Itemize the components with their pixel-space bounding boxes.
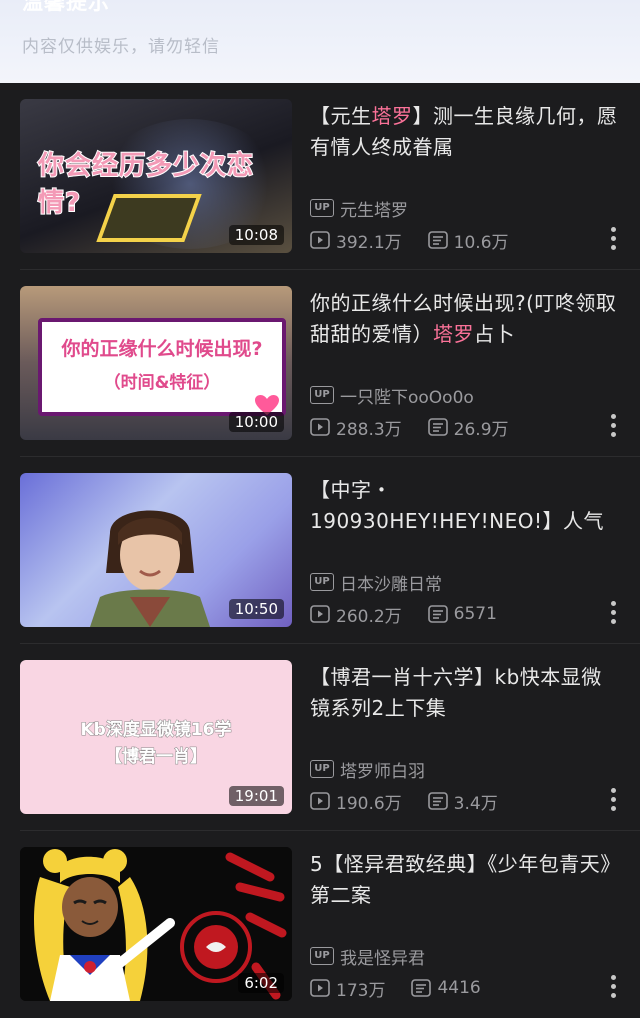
title-text: 【元生: [310, 104, 372, 128]
notice-title: 温馨提示: [22, 0, 110, 14]
stats-row: 173万 4416: [310, 976, 481, 1001]
video-thumbnail[interactable]: 你的正缘什么时候出现? （时间&特征） 10:00: [20, 286, 292, 440]
title-highlight: 塔罗: [371, 104, 413, 128]
danmaku-stat: 26.9万: [427, 415, 509, 440]
uploader-row[interactable]: UP 一只陛下ooOo0o: [310, 383, 474, 408]
views-stat: 173万: [310, 976, 385, 1001]
danmaku-count: 10.6万: [453, 232, 509, 253]
duration-badge: 10:08: [228, 225, 284, 245]
play-icon: [310, 418, 330, 436]
video-thumbnail[interactable]: 你会经历多少次恋情? 10:08: [20, 99, 292, 253]
title-text: 5【怪异君致经典】《少年包青天》第二案: [310, 852, 611, 907]
danmaku-icon: [427, 231, 448, 249]
up-icon: UP: [310, 199, 334, 217]
video-thumbnail[interactable]: Kb深度显微镜16学 【博君一肖】 19:01: [20, 660, 292, 814]
duration-badge: 10:00: [228, 412, 284, 432]
more-menu-icon[interactable]: [610, 227, 616, 253]
danmaku-count: 6571: [453, 604, 497, 624]
thumbnail-caption: （时间&特征）: [103, 373, 221, 393]
duration-badge: 6:02: [238, 973, 284, 993]
danmaku-stat: 6571: [427, 604, 497, 624]
up-icon: UP: [310, 386, 334, 404]
danmaku-stat: 10.6万: [427, 228, 509, 253]
notice-banner: 温馨提示 内容仅供娱乐，请勿轻信: [0, 0, 640, 83]
play-icon: [310, 605, 330, 623]
danmaku-count: 26.9万: [453, 419, 509, 440]
person-image: [90, 510, 210, 627]
danmaku-stat: 3.4万: [427, 789, 498, 814]
title-text: 【博君一肖十六学】kb快本显微镜系列2上下集: [310, 665, 602, 720]
stats-row: 288.3万 26.9万: [310, 415, 509, 440]
video-item[interactable]: Kb深度显微镜16学 【博君一肖】 19:01 【博君一肖十六学】kb快本显微镜…: [0, 644, 640, 831]
stats-row: 190.6万 3.4万: [310, 789, 498, 814]
uploader-row[interactable]: UP 日本沙雕日常: [310, 570, 442, 595]
video-item[interactable]: 你会经历多少次恋情? 10:08 【元生塔罗】测一生良缘几何，愿有情人终成眷属 …: [0, 83, 640, 270]
views-stat: 392.1万: [310, 228, 402, 253]
notice-text: 内容仅供娱乐，请勿轻信: [22, 37, 220, 57]
play-icon: [310, 979, 330, 997]
more-menu-icon[interactable]: [610, 414, 616, 440]
video-title[interactable]: 【元生塔罗】测一生良缘几何，愿有情人终成眷属: [310, 101, 620, 163]
thumbnail-caption: 【博君一肖】: [105, 747, 208, 768]
title-text: 【中字・190930HEY!HEY!NEO!】人气声优苍井翔太部...: [310, 478, 605, 533]
title-text: 占卜: [474, 322, 515, 346]
video-thumbnail[interactable]: 10:50: [20, 473, 292, 627]
view-count: 260.2万: [336, 606, 402, 627]
uploader-name: 我是怪异君: [340, 948, 425, 969]
stats-row: 392.1万 10.6万: [310, 228, 509, 253]
more-menu-icon[interactable]: [610, 788, 616, 814]
up-icon: UP: [310, 760, 334, 778]
view-count: 190.6万: [336, 793, 402, 814]
up-icon: UP: [310, 573, 334, 591]
view-count: 173万: [336, 980, 386, 1001]
thumbnail-caption: 你会经历多少次恋情?: [37, 150, 255, 219]
more-menu-icon[interactable]: [610, 975, 616, 1001]
views-stat: 260.2万: [310, 602, 402, 627]
uploader-name: 一只陛下ooOo0o: [340, 387, 474, 408]
video-title[interactable]: 【博君一肖十六学】kb快本显微镜系列2上下集: [310, 662, 620, 724]
title-highlight: 塔罗: [433, 322, 474, 346]
uploader-row[interactable]: UP 我是怪异君: [310, 944, 425, 969]
duration-badge: 19:01: [228, 786, 284, 806]
danmaku-count: 3.4万: [453, 793, 498, 814]
uploader-name: 日本沙雕日常: [340, 574, 442, 595]
uploader-name: 元生塔罗: [340, 200, 408, 221]
video-title[interactable]: 5【怪异君致经典】《少年包青天》第二案: [310, 849, 620, 911]
danmaku-icon: [427, 418, 448, 436]
danmaku-icon: [411, 979, 432, 997]
video-item[interactable]: 你的正缘什么时候出现? （时间&特征） 10:00 你的正缘什么时候出现?(叮咚…: [0, 270, 640, 457]
video-thumbnail[interactable]: 6:02: [20, 847, 292, 1001]
up-icon: UP: [310, 947, 334, 965]
danmaku-stat: 4416: [411, 978, 481, 998]
video-title[interactable]: 【中字・190930HEY!HEY!NEO!】人气声优苍井翔太部...: [310, 475, 620, 537]
views-stat: 190.6万: [310, 789, 402, 814]
view-count: 288.3万: [336, 419, 402, 440]
danmaku-icon: [427, 792, 448, 810]
video-item[interactable]: 6:02 5【怪异君致经典】《少年包青天》第二案 UP 我是怪异君 173万 4…: [0, 831, 640, 1018]
danmaku-count: 4416: [437, 978, 481, 998]
uploader-row[interactable]: UP 塔罗师白羽: [310, 757, 425, 782]
uploader-row[interactable]: UP 元生塔罗: [310, 196, 408, 221]
video-item[interactable]: 10:50 【中字・190930HEY!HEY!NEO!】人气声优苍井翔太部..…: [0, 457, 640, 644]
uploader-name: 塔罗师白羽: [340, 761, 425, 782]
video-title[interactable]: 你的正缘什么时候出现?(叮咚领取甜甜的爱情）塔罗占卜: [310, 288, 620, 350]
view-count: 392.1万: [336, 232, 402, 253]
views-stat: 288.3万: [310, 415, 402, 440]
danmaku-icon: [427, 605, 448, 623]
thumbnail-caption: 你的正缘什么时候出现?: [61, 338, 263, 360]
duration-badge: 10:50: [228, 599, 284, 619]
thumbnail-caption: Kb深度显微镜16学: [80, 720, 232, 741]
play-icon: [310, 792, 330, 810]
play-icon: [310, 231, 330, 249]
thumbnail-card: 你的正缘什么时候出现? （时间&特征）: [38, 318, 286, 416]
more-menu-icon[interactable]: [610, 601, 616, 627]
stats-row: 260.2万 6571: [310, 602, 497, 627]
